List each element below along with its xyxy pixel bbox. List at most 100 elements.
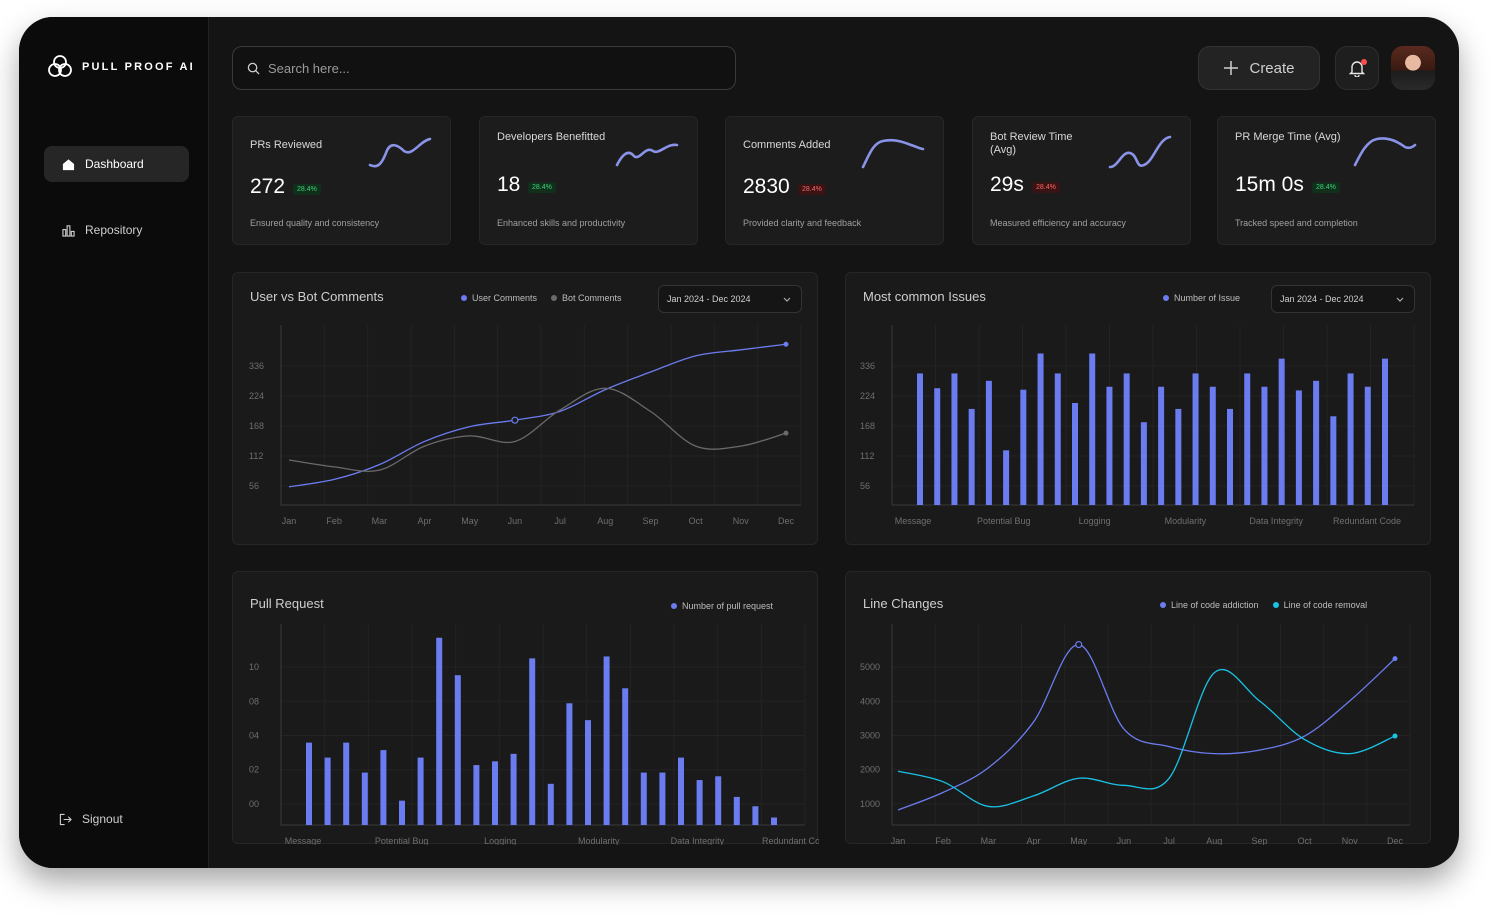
stat-change-badge: 28.4% (1312, 182, 1340, 193)
bar (771, 817, 777, 825)
signout-label: Signout (82, 812, 123, 826)
stat-change-badge: 28.4% (798, 184, 826, 195)
bar (1003, 450, 1010, 505)
x-tick-label: Data Integrity (671, 836, 725, 845)
bar (343, 742, 350, 825)
stat-title: Comments Added (743, 139, 831, 151)
bar (1140, 422, 1147, 505)
notifications-button[interactable] (1335, 46, 1379, 90)
x-tick-label: Jan (282, 516, 297, 526)
search-input[interactable] (268, 60, 688, 76)
x-tick-label: Dec (1387, 836, 1404, 845)
y-tick-label: 00 (249, 799, 259, 809)
x-tick-label: May (461, 516, 479, 526)
bar (361, 772, 368, 825)
bar (1347, 373, 1354, 505)
sparkline-icon (1108, 135, 1172, 169)
x-tick-label: Nov (1342, 836, 1359, 845)
logo[interactable]: PULL PROOF AI (46, 53, 195, 81)
bar (640, 772, 647, 825)
bar (306, 742, 312, 825)
sparkline-icon (861, 138, 925, 169)
x-tick-label: Jan (891, 836, 906, 845)
highlight-point (1075, 640, 1083, 649)
y-tick-label: 02 (249, 765, 259, 775)
y-tick-label: 3000 (860, 731, 880, 741)
bar (1158, 386, 1165, 505)
bar (1209, 386, 1216, 505)
stat-description: Tracked speed and completion (1235, 218, 1358, 228)
home-icon (62, 158, 75, 170)
bar (622, 688, 629, 825)
stat-card: Bot Review Time (Avg) 29s 28.4% Measured ef… (972, 116, 1191, 245)
x-tick-label: Dec (778, 516, 795, 526)
bar (1227, 408, 1233, 505)
x-tick-label: May (1070, 836, 1088, 845)
bar (547, 783, 554, 825)
panel-line-changes: Line Changes Line of code addiction Line… (845, 571, 1431, 845)
panel-user-vs-bot: User vs Bot Comments User Comments Bot C… (232, 272, 818, 545)
panel-pull-request: Pull Request Number of pull request 00 02… (232, 571, 819, 845)
bar (473, 765, 480, 825)
bar (1123, 373, 1130, 505)
x-tick-label: Jul (1163, 836, 1175, 845)
stat-description: Measured efficiency and accuracy (990, 218, 1126, 228)
sparkline-icon (368, 137, 432, 168)
bar (492, 761, 498, 825)
x-tick-label: Oct (1298, 836, 1313, 845)
x-tick-label: Logging (1079, 516, 1111, 526)
y-tick-label: 1000 (860, 799, 880, 809)
x-tick-label: Feb (326, 516, 342, 526)
bar (715, 776, 722, 825)
y-tick-label: 168 (249, 421, 264, 431)
bar-chart-pull-request: 00 02 04 08 10 Message Potential Bug Logging Mod… (249, 624, 819, 845)
bar (510, 753, 517, 825)
stat-title: PR Merge Time (Avg) (1235, 131, 1341, 143)
knot-logo-icon (48, 55, 72, 77)
bar (1020, 389, 1027, 505)
series-line (897, 643, 1396, 811)
stat-value: 2830 (743, 175, 790, 198)
bar (529, 658, 536, 825)
bar (454, 675, 461, 825)
bar (566, 703, 573, 825)
sidebar-item-label: Repository (85, 223, 143, 237)
stat-card: PR Merge Time (Avg) 15m 0s 28.4% Tracked sp… (1217, 116, 1436, 245)
line-chart-line-changes: 1000 2000 3000 4000 5000 Jan Feb Mar Apr May Jun Ju… (860, 624, 1411, 845)
sidebar: PULL PROOF AI Dashboard Repository Signo… (19, 17, 209, 868)
x-tick-label: Potential Bug (977, 516, 1031, 526)
bar (1244, 373, 1251, 505)
x-tick-label: Jun (508, 516, 523, 526)
create-button[interactable]: Create (1198, 46, 1320, 90)
bar (1175, 408, 1182, 505)
bar (1313, 380, 1320, 505)
sidebar-item-repository[interactable]: Repository (44, 212, 189, 248)
series-end-point (1392, 733, 1398, 739)
x-tick-label: Aug (1206, 836, 1222, 845)
sparkline-icon (615, 143, 679, 167)
sparkline-icon (1353, 137, 1417, 167)
bar (1295, 390, 1302, 505)
bar (934, 388, 941, 505)
create-button-label: Create (1249, 59, 1295, 77)
x-tick-label: Mar (372, 516, 388, 526)
avatar[interactable] (1391, 46, 1435, 90)
bar (733, 796, 740, 825)
bar (1037, 353, 1044, 505)
stat-change-badge: 28.4% (1032, 182, 1060, 193)
bar (752, 806, 759, 825)
bar (696, 780, 703, 825)
bar (1278, 358, 1285, 505)
line-chart-user-vs-bot: 56 112 168 224 336 Jan Feb Mar Apr May Jun Jul Aug Se… (249, 325, 802, 526)
stat-description: Provided clarity and feedback (743, 218, 862, 228)
stat-description: Ensured quality and consistency (250, 218, 380, 228)
x-tick-label: Jun (1117, 836, 1132, 845)
x-tick-label: Potential Bug (375, 836, 429, 845)
signout-button[interactable]: Signout (41, 801, 186, 837)
bar (1192, 373, 1199, 505)
bar (1089, 353, 1096, 505)
stat-value: 29s (990, 173, 1024, 196)
x-tick-label: Apr (418, 516, 432, 526)
sidebar-item-dashboard[interactable]: Dashboard (44, 146, 189, 182)
search-bar[interactable] (232, 46, 736, 90)
